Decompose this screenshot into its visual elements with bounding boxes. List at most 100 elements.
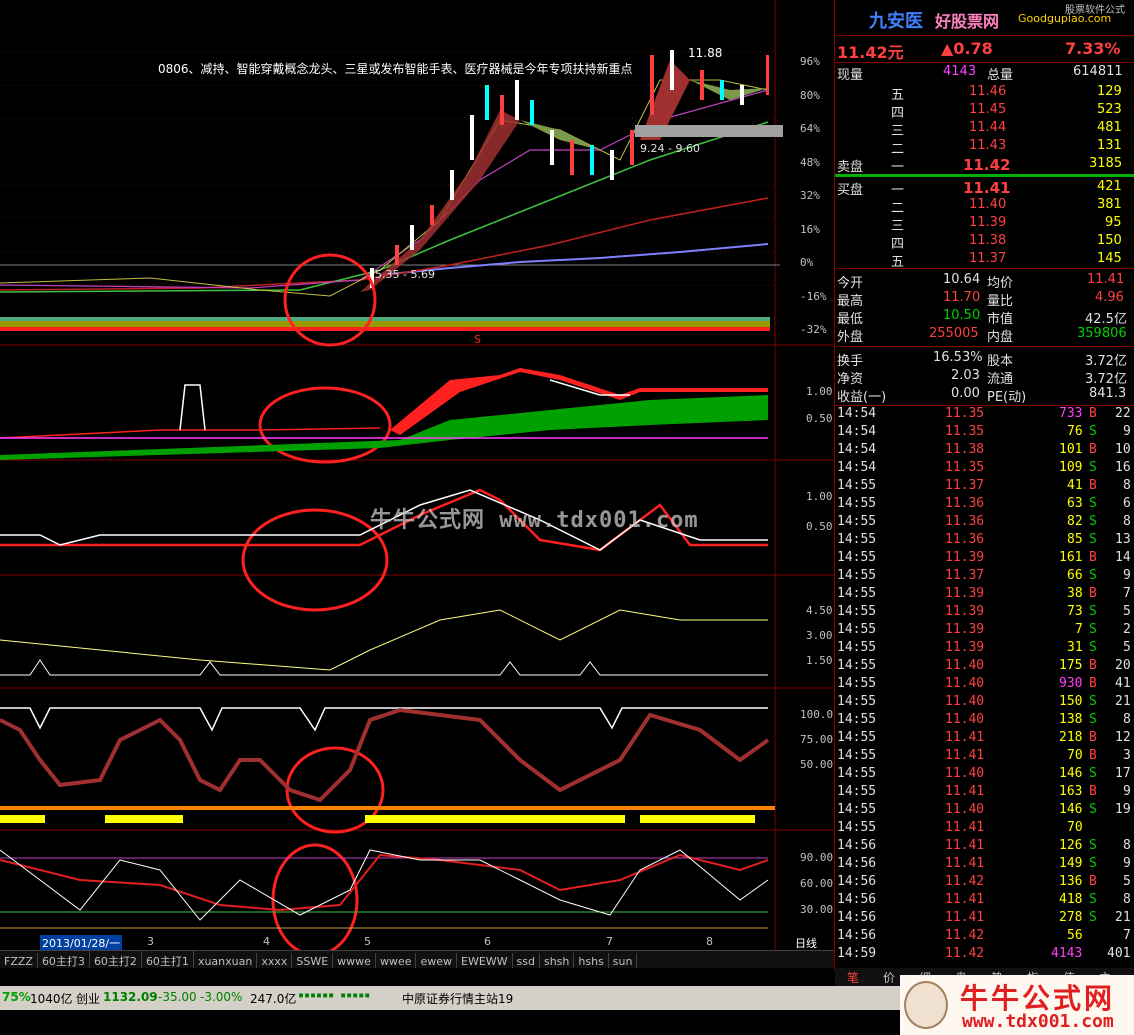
trade-side: S	[1089, 622, 1097, 637]
chart-svg[interactable]	[0, 0, 834, 950]
trade-price: 11.42	[945, 874, 985, 889]
current-price: 11.42元	[837, 43, 904, 62]
trade-list[interactable]: 14:54 11.35 733 B 22 14:54 11.35 76 S 9 14:54 11.38…	[835, 405, 1134, 965]
trade-side: S	[1089, 838, 1097, 853]
trade-row: 14:55 11.39 38 B 7	[835, 586, 1134, 604]
trade-count: 9	[1123, 568, 1131, 583]
trade-row: 14:55 11.39 7 S 2	[835, 622, 1134, 640]
trade-row: 14:55 11.36 82 S 8	[835, 514, 1134, 532]
right-tab[interactable]: 价	[883, 969, 895, 986]
right-tab[interactable]: 笔	[847, 969, 859, 986]
trade-row: 14:56 11.42 136 B 5	[835, 874, 1134, 892]
date-axis: 2013/01/28/一 3 4 5 6 7 8 日线	[40, 935, 817, 951]
trade-time: 14:56	[837, 892, 877, 907]
trade-volume: 126	[1059, 838, 1083, 853]
trade-time: 14:56	[837, 928, 877, 943]
low-label: 5.35 - 5.69	[375, 268, 435, 281]
trade-side: S	[1089, 694, 1097, 709]
trade-time: 14:56	[837, 874, 877, 889]
trade-time: 14:55	[837, 766, 877, 781]
trade-time: 14:56	[837, 856, 877, 871]
trade-time: 14:55	[837, 496, 877, 511]
trade-price: 11.38	[945, 442, 985, 457]
indicator-tabs: FZZZ 60主打3 60主打2 60主打1 xuanxuan xxxx SSWE wwwe w…	[0, 950, 834, 971]
period-label[interactable]: 日线	[795, 935, 817, 951]
trade-side: S	[1089, 802, 1097, 817]
trade-row: 14:56 11.41 278 S 21	[835, 910, 1134, 928]
high-label: 11.88	[688, 46, 723, 60]
trade-price: 11.41	[945, 784, 985, 799]
trade-price: 11.39	[945, 586, 985, 601]
trade-side: B	[1089, 676, 1097, 691]
trade-row: 14:55 11.37 41 B 8	[835, 478, 1134, 496]
price-row: 11.42元 ▲0.78 7.33%	[835, 38, 1134, 62]
price-change: ▲0.78	[941, 39, 993, 58]
stock-header: 九安医 好股票网 Goodgupiao.com 股票软件公式	[835, 0, 1134, 36]
trade-price: 11.40	[945, 802, 985, 817]
trade-volume: 278	[1059, 910, 1083, 925]
trade-price: 11.41	[945, 820, 985, 835]
trade-volume: 85	[1067, 532, 1083, 547]
trade-row: 14:54 11.35 109 S 16	[835, 460, 1134, 478]
mid-label: 9.24 - 9.60	[640, 142, 700, 155]
trade-price: 11.37	[945, 478, 985, 493]
trade-count: 20	[1115, 658, 1131, 673]
logo-url: www.tdx001.com	[962, 1011, 1114, 1032]
trade-volume: 138	[1059, 712, 1083, 727]
p2-green-band	[0, 395, 768, 460]
trade-side: S	[1089, 568, 1097, 583]
trade-count: 8	[1123, 838, 1131, 853]
trade-price: 11.35	[945, 406, 985, 421]
trade-price: 11.39	[945, 550, 985, 565]
trade-volume: 73	[1067, 604, 1083, 619]
trade-row: 14:54 11.38 101 B 10	[835, 442, 1134, 460]
trade-price: 11.39	[945, 622, 985, 637]
chart-annotation: 0806、减持、智能穿戴概念龙头、三星或发布智能手表、医疗器械是今年专项扶持新重…	[158, 62, 633, 76]
corner-text: 股票软件公式	[1065, 5, 1125, 16]
trade-count: 6	[1123, 496, 1131, 511]
trade-price: 11.36	[945, 496, 985, 511]
quote-panel: 九安医 好股票网 Goodgupiao.com 股票软件公式 11.42元 ▲0…	[834, 0, 1134, 986]
trade-count: 9	[1123, 424, 1131, 439]
trade-volume: 418	[1059, 892, 1083, 907]
trade-time: 14:55	[837, 730, 877, 745]
trade-side: B	[1089, 550, 1097, 565]
trade-time: 14:55	[837, 604, 877, 619]
trade-side: S	[1089, 910, 1097, 925]
kline-chart-area[interactable]: 96% 80% 64% 48% 32% 16% 0% -16% -32% 1.00 0.50 …	[0, 0, 834, 951]
trade-side: B	[1089, 730, 1097, 745]
chart-watermark: 牛牛公式网 www.tdx001.com	[370, 508, 699, 533]
tab-indicator[interactable]: 60主打2	[90, 951, 142, 969]
trade-volume: 146	[1059, 802, 1083, 817]
trade-time: 14:55	[837, 802, 877, 817]
trade-volume: 66	[1067, 568, 1083, 583]
trade-row: 14:59 11.42 4143 401	[835, 946, 1134, 964]
trade-time: 14:55	[837, 640, 877, 655]
trade-price: 11.36	[945, 514, 985, 529]
trade-price: 11.41	[945, 730, 985, 745]
trade-time: 14:59	[837, 946, 877, 961]
trade-price: 11.42	[945, 928, 985, 943]
trade-time: 14:55	[837, 694, 877, 709]
tab-indicator[interactable]: 60主打1	[142, 951, 194, 969]
trade-volume: 136	[1059, 874, 1083, 889]
trade-count: 17	[1115, 766, 1131, 781]
trade-row: 14:55 11.40 138 S 8	[835, 712, 1134, 730]
trade-volume: 4143	[1051, 946, 1083, 961]
trade-volume: 930	[1059, 676, 1083, 691]
date-label: 2013/01/28/一	[40, 935, 123, 951]
trade-volume: 146	[1059, 766, 1083, 781]
trade-row: 14:54 11.35 733 B 22	[835, 406, 1134, 424]
trade-time: 14:55	[837, 586, 877, 601]
trade-volume: 76	[1067, 424, 1083, 439]
trade-row: 14:55 11.41 218 B 12	[835, 730, 1134, 748]
trade-volume: 149	[1059, 856, 1083, 871]
trade-count: 12	[1115, 730, 1131, 745]
trade-volume: 31	[1067, 640, 1083, 655]
trade-count: 41	[1115, 676, 1131, 691]
trade-volume: 218	[1059, 730, 1083, 745]
tab-indicator[interactable]: 60主打3	[38, 951, 90, 969]
trade-time: 14:55	[837, 514, 877, 529]
trade-price: 11.41	[945, 892, 985, 907]
trade-time: 14:55	[837, 676, 877, 691]
